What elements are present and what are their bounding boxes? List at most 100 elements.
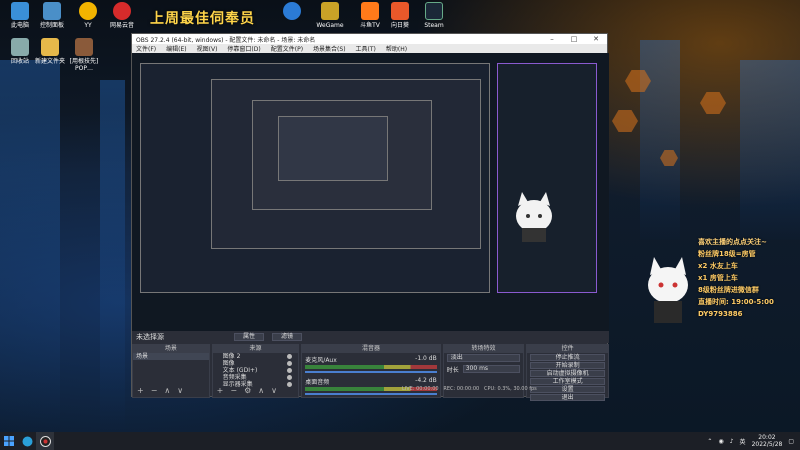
- volume-meter: [305, 365, 437, 369]
- mixer-dock-title: 混音器: [302, 345, 440, 353]
- chevron-up-icon[interactable]: ⌃: [707, 438, 712, 445]
- menu-file[interactable]: 文件(F): [136, 44, 156, 53]
- add-source-icon[interactable]: +: [217, 386, 224, 395]
- menu-scene-collection[interactable]: 场景集合(S): [313, 44, 346, 53]
- desktop-icon[interactable]: WeGame: [310, 2, 350, 29]
- speaker-icon[interactable]: ♪: [730, 438, 734, 445]
- yy-icon: [79, 2, 97, 20]
- volume-slider[interactable]: [305, 371, 437, 373]
- settings-button[interactable]: 设置: [530, 386, 606, 393]
- volume-slider[interactable]: [305, 393, 437, 395]
- menu-tools[interactable]: 工具(T): [356, 44, 376, 53]
- move-up-icon[interactable]: ∧: [164, 386, 170, 395]
- visibility-icon[interactable]: [287, 368, 293, 373]
- clock-time: 20:02: [758, 434, 776, 441]
- menu-docks[interactable]: 停靠窗口(D): [227, 44, 260, 53]
- source-label: 图像: [222, 360, 235, 367]
- source-label: 音频采集: [222, 374, 247, 381]
- studio-mode-button[interactable]: 工作室模式: [530, 378, 606, 385]
- obs-window[interactable]: OBS 27.2.4 (64-bit, windows) - 配置文件: 未命名…: [131, 33, 610, 401]
- recursive-capture: [140, 63, 490, 293]
- taskbar-obs[interactable]: [36, 432, 54, 450]
- source-item[interactable]: 文本 (GDI+): [213, 367, 299, 374]
- virtual-camera-button[interactable]: 启动虚拟摄像机: [530, 370, 606, 377]
- visibility-icon[interactable]: [287, 354, 293, 359]
- channel-db: -4.2 dB: [415, 377, 437, 384]
- desktop-icon[interactable]: 控制面板: [32, 2, 72, 29]
- taskbar: ⌃ ◉ ♪ 英 20:02 2022/5/28 ▢: [0, 432, 800, 450]
- scenes-dock-title: 场景: [133, 345, 209, 353]
- douyu-icon: [361, 2, 379, 20]
- status-bar: LIVE: 00:00:00 REC: 00:00:00 CPU: 0.3%, …: [402, 386, 537, 392]
- overlay-line: 直播时间: 19:00-5:00: [698, 298, 774, 306]
- remove-scene-icon[interactable]: −: [151, 386, 158, 395]
- visibility-icon[interactable]: [287, 375, 293, 380]
- desktop-icon-label: 网易云音: [109, 22, 134, 29]
- menu-view[interactable]: 视图(V): [197, 44, 218, 53]
- desktop-icon[interactable]: [用根技先] POP…: [64, 38, 104, 72]
- desktop-icon-label: 控制面板: [39, 22, 64, 29]
- dock-row: 场景 场景 + − ∧ ∨ 来源 图像 2 图像 文本 (GDI+) 音频采集 …: [132, 344, 610, 401]
- menu-profile[interactable]: 配置文件(P): [271, 44, 303, 53]
- network-icon[interactable]: ◉: [718, 438, 723, 445]
- visibility-icon[interactable]: [287, 361, 293, 366]
- netease-music-icon: [113, 2, 131, 20]
- obs-icon: [39, 435, 51, 447]
- desktop-icon-label: Steam: [424, 22, 444, 29]
- source-item[interactable]: 图像: [213, 360, 299, 367]
- visibility-icon[interactable]: [287, 382, 293, 387]
- overlay-line: 8级粉丝牌进微信群: [698, 286, 759, 294]
- control-panel-icon: [43, 2, 61, 20]
- transitions-dock-title: 转场特效: [443, 345, 524, 353]
- menu-edit[interactable]: 编辑(E): [166, 44, 186, 53]
- filters-button[interactable]: 滤镜: [272, 333, 302, 341]
- recursive-capture: [211, 79, 481, 249]
- minimize-button[interactable]: –: [541, 35, 563, 43]
- desktop-icon[interactable]: Steam: [414, 2, 454, 29]
- bg-pillar: [100, 80, 125, 430]
- live-time: LIVE: 00:00:00: [402, 386, 439, 392]
- folder-icon: [41, 38, 59, 56]
- move-up-icon[interactable]: ∧: [258, 386, 264, 395]
- desktop-icon[interactable]: [272, 2, 312, 22]
- gear-icon[interactable]: ⚙: [244, 386, 251, 395]
- bg-pillar: [740, 60, 800, 240]
- window-title: OBS 27.2.4 (64-bit, windows) - 配置文件: 未命名…: [136, 36, 316, 44]
- move-down-icon[interactable]: ∨: [271, 386, 277, 395]
- menubar: 文件(F) 编辑(E) 视图(V) 停靠窗口(D) 配置文件(P) 场景集合(S…: [132, 44, 607, 53]
- obs-preview[interactable]: [132, 53, 609, 331]
- input-language[interactable]: 英: [740, 437, 746, 446]
- obs-titlebar[interactable]: OBS 27.2.4 (64-bit, windows) - 配置文件: 未命名…: [132, 34, 607, 44]
- menu-help[interactable]: 帮助(H): [386, 44, 407, 53]
- start-recording-button[interactable]: 开始录制: [530, 362, 606, 369]
- clock[interactable]: 20:02 2022/5/28: [752, 434, 783, 448]
- taskbar-edge[interactable]: [18, 432, 36, 450]
- duration-input[interactable]: 300 ms: [462, 365, 521, 373]
- sunflower-icon: [391, 2, 409, 20]
- source-item[interactable]: 图像 2: [213, 353, 299, 360]
- maximize-button[interactable]: □: [563, 35, 585, 43]
- move-down-icon[interactable]: ∨: [177, 386, 183, 395]
- sources-toolbar: + − ⚙ ∧ ∨: [217, 386, 277, 395]
- add-scene-icon[interactable]: +: [137, 386, 144, 395]
- preview-side-capture: [497, 63, 597, 293]
- cpu-fps: CPU: 0.3%, 30.00 fps: [484, 386, 537, 392]
- transition-select[interactable]: 淡出: [446, 354, 521, 362]
- controls-dock: 控件 停止推流 开始录制 启动虚拟摄像机 工作室模式 设置 退出: [526, 344, 610, 401]
- source-item[interactable]: 音频采集: [213, 374, 299, 381]
- controls-dock-title: 控件: [527, 345, 609, 353]
- exit-button[interactable]: 退出: [530, 394, 606, 401]
- channel-name: 麦克风/Aux: [305, 357, 337, 364]
- notification-icon[interactable]: ▢: [788, 438, 794, 445]
- properties-button[interactable]: 属性: [234, 333, 264, 341]
- desktop-icon[interactable]: 网易云音: [102, 2, 142, 29]
- scene-item[interactable]: 场景: [133, 353, 209, 360]
- recursive-capture: [252, 100, 432, 210]
- remove-source-icon[interactable]: −: [230, 386, 237, 395]
- game-shortcut-icon: [75, 38, 93, 56]
- rec-time: REC: 00:00:00: [443, 386, 480, 392]
- stop-streaming-button[interactable]: 停止推流: [530, 354, 606, 361]
- close-button[interactable]: ✕: [585, 35, 607, 43]
- no-source-label: 未选择源: [136, 333, 164, 341]
- start-button[interactable]: [0, 432, 18, 450]
